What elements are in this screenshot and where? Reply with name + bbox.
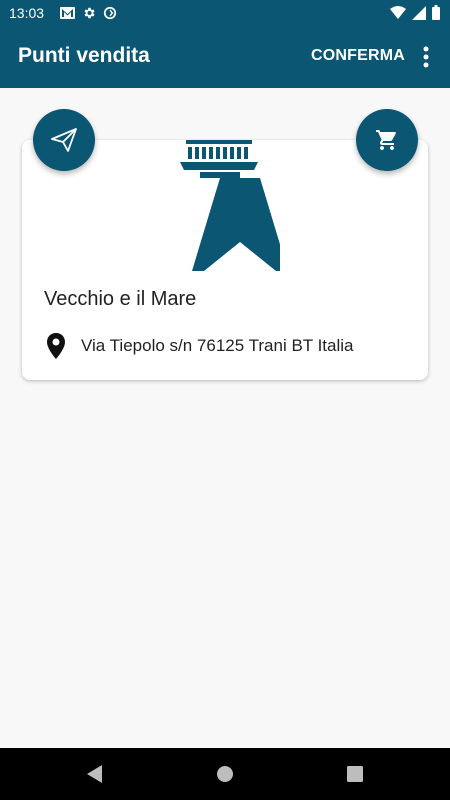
location-pin-icon xyxy=(47,333,65,359)
store-address: Via Tiepolo s/n 76125 Trani BT Italia xyxy=(81,336,354,355)
battery-icon xyxy=(432,5,440,20)
lighthouse-logo xyxy=(180,140,280,271)
status-icons-left xyxy=(60,6,117,20)
settings-gear-icon xyxy=(84,7,95,19)
sync-icon xyxy=(103,6,117,20)
recents-icon[interactable] xyxy=(343,762,367,786)
app-bar: Punti vendita CONFERMA xyxy=(0,26,450,88)
gmail-icon xyxy=(60,7,75,19)
store-card[interactable]: Vecchio e il Mare Via Tiepolo s/n 76125 … xyxy=(22,140,428,380)
page-title: Punti vendita xyxy=(18,44,150,67)
send-button[interactable] xyxy=(33,109,95,171)
navigation-bar xyxy=(0,748,450,800)
status-icons-right xyxy=(390,5,440,20)
store-name: Vecchio e il Mare xyxy=(44,288,197,310)
signal-icon xyxy=(412,5,426,20)
paper-plane-icon xyxy=(51,128,77,152)
wifi-icon xyxy=(390,6,406,19)
status-time: 13:03 xyxy=(9,5,45,21)
status-bar: 13:03 xyxy=(0,0,450,26)
cart-button[interactable] xyxy=(356,109,418,171)
more-vertical-icon[interactable] xyxy=(414,44,438,70)
confirm-button[interactable]: CONFERMA xyxy=(311,47,405,65)
back-icon[interactable] xyxy=(83,762,107,786)
home-icon[interactable] xyxy=(213,762,237,786)
address-row: Via Tiepolo s/n 76125 Trani BT Italia xyxy=(44,332,354,360)
shopping-cart-icon xyxy=(376,130,396,150)
